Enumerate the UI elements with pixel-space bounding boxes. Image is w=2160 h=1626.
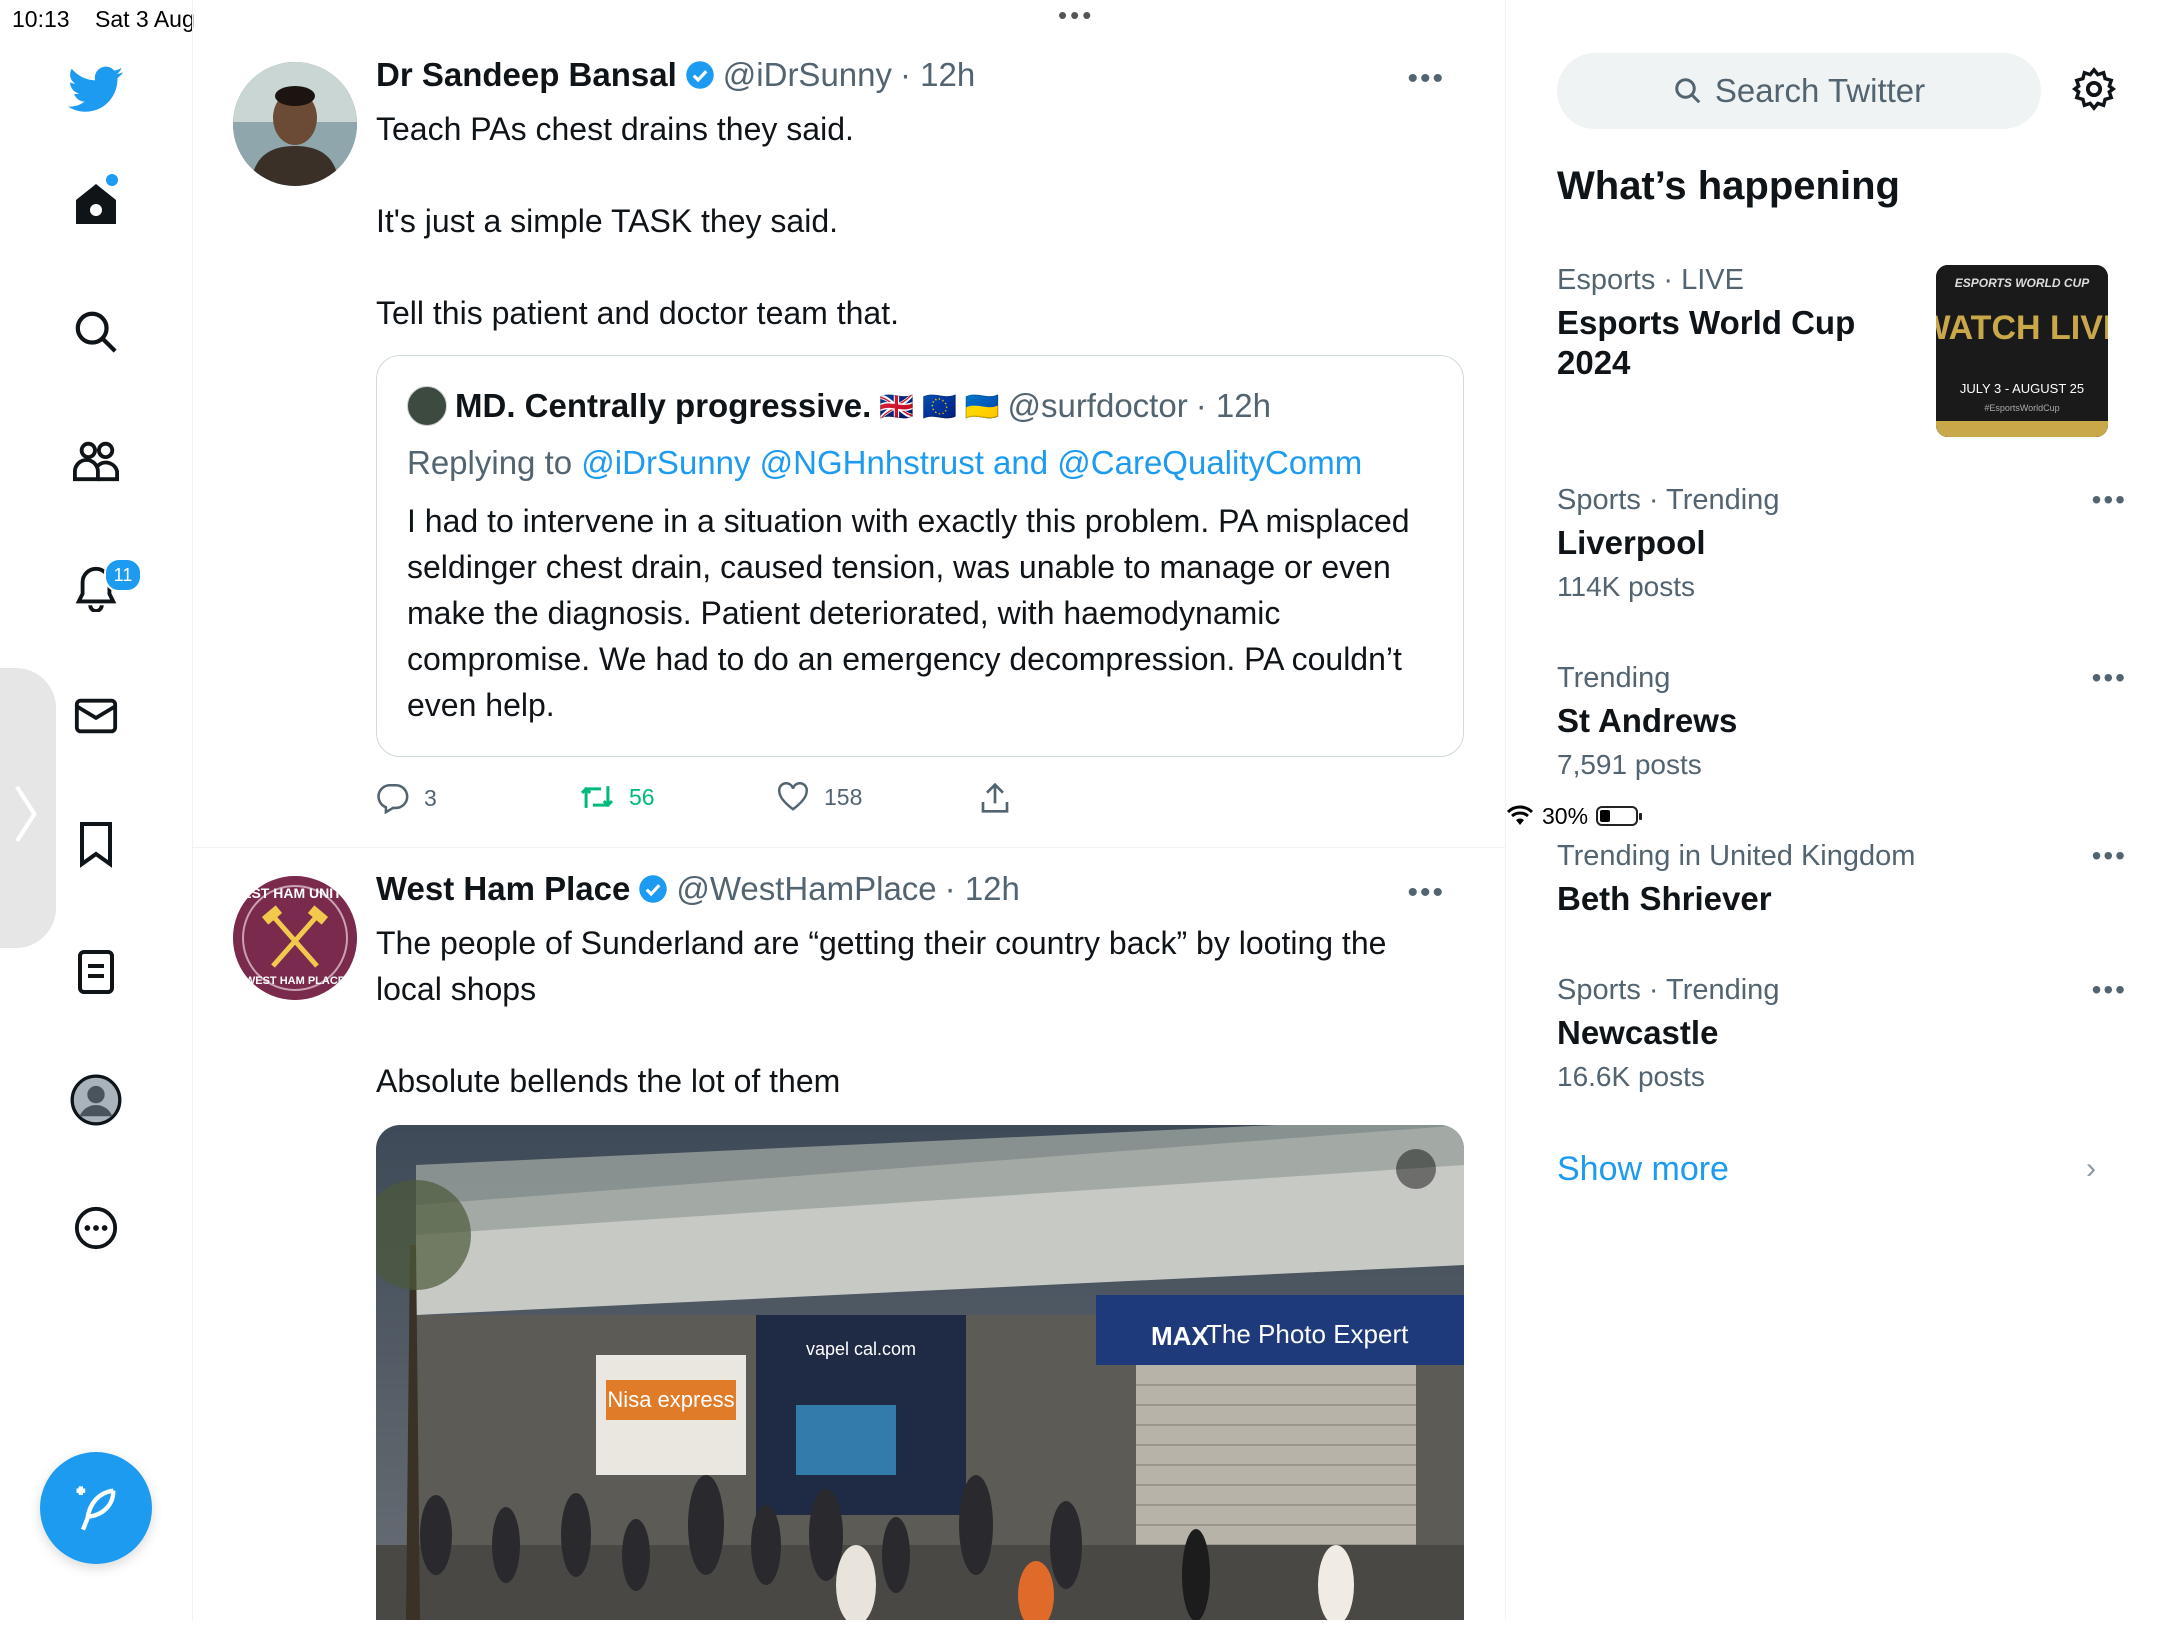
quoted-tweet-header: MD. Centrally progressive. 🇬🇧 🇪🇺 🇺🇦 @sur…	[407, 386, 1271, 426]
trend-posts: 16.6K posts	[1557, 1061, 1705, 1092]
trend-more-icon[interactable]: •••	[2092, 484, 2127, 516]
tweet-card[interactable]: WEST HAM UNITED WEST HAM PLACE West Ham …	[193, 848, 1505, 1620]
like-button[interactable]: 158	[776, 782, 862, 812]
trend-item[interactable]: Sports · Trending Newcastle 16.6K posts …	[1557, 974, 2127, 1093]
home-new-dot	[106, 174, 118, 186]
left-navigation: 11 〉	[0, 0, 193, 1620]
verified-badge-icon	[686, 61, 714, 89]
verified-badge-icon	[639, 875, 668, 903]
twitter-logo-icon[interactable]	[64, 58, 128, 122]
trend-title: Newcastle	[1557, 1014, 1719, 1051]
heart-icon	[778, 782, 808, 811]
communities-icon[interactable]	[64, 428, 128, 492]
event-hashtag: #EsportsWorldCup	[1984, 403, 2059, 413]
reply-count: 3	[424, 784, 437, 811]
avatar-crest-text: WEST HAM UNITED	[233, 885, 357, 901]
replying-to-mentions[interactable]: @iDrSunny @NGHnhstrust and @CareQualityC…	[581, 444, 1362, 481]
slide-over-handle[interactable]: 〉	[0, 668, 72, 948]
trend-more-icon[interactable]: •••	[2092, 662, 2127, 694]
bookmarks-icon[interactable]	[64, 812, 128, 876]
tweet-text: Teach PAs chest drains they said. It's j…	[376, 111, 899, 331]
retweet-count: 56	[629, 783, 655, 810]
trend-title: St Andrews	[1557, 702, 1738, 739]
tweet-time[interactable]: · 12h	[945, 870, 1020, 908]
replying-to-label: Replying to	[407, 444, 573, 481]
retweet-icon	[580, 786, 614, 808]
settings-gear-icon[interactable]	[2071, 66, 2117, 117]
trend-title: Liverpool	[1557, 524, 1706, 561]
right-sidebar: Search Twitter What’s happening Esports …	[1506, 0, 2160, 1620]
share-button[interactable]	[980, 782, 1010, 814]
quoted-avatar[interactable]	[407, 386, 447, 426]
tweet-more-icon[interactable]: •••	[1407, 876, 1445, 910]
quoted-tweet[interactable]: MD. Centrally progressive. 🇬🇧 🇪🇺 🇺🇦 @sur…	[376, 355, 1464, 757]
trend-meta: Sports · Trending	[1557, 974, 1780, 1006]
messages-icon[interactable]	[64, 684, 128, 748]
profile-icon[interactable]	[64, 1068, 128, 1132]
trend-meta: Trending	[1557, 662, 1671, 694]
reply-button[interactable]: 3	[376, 782, 437, 814]
quoted-tweet-time: · 12h	[1195, 387, 1271, 424]
search-icon	[1675, 78, 1701, 104]
trend-item[interactable]: Trending in United Kingdom Beth Shriever…	[1557, 840, 2127, 919]
trend-meta: Sports · Trending	[1557, 484, 1780, 516]
tweet-header: Dr Sandeep Bansal @iDrSunny · 12h	[376, 56, 975, 94]
trend-item[interactable]: Esports · LIVE Esports World Cup 2024	[1557, 264, 1917, 383]
event-dates: JULY 3 - AUGUST 25	[1960, 381, 2084, 396]
trend-item[interactable]: Trending St Andrews 7,591 posts •••	[1557, 662, 2127, 781]
reply-icon	[377, 783, 409, 814]
lists-icon[interactable]	[64, 940, 128, 1004]
avatar[interactable]: WEST HAM UNITED WEST HAM PLACE	[233, 876, 357, 1000]
trend-meta: Trending in United Kingdom	[1557, 840, 1916, 872]
show-more-link[interactable]: Show more	[1557, 1150, 1729, 1189]
trend-item[interactable]: Sports · Trending Liverpool 114K posts •…	[1557, 484, 2127, 603]
tweet-media-image[interactable]: Nisa express vapel cal.com MAX The Photo…	[376, 1125, 1464, 1620]
author-name[interactable]: Dr Sandeep Bansal	[376, 56, 677, 94]
trend-title: Beth Shriever	[1557, 880, 1772, 917]
search-box[interactable]: Search Twitter	[1557, 53, 2041, 129]
retweet-button[interactable]: 56	[579, 782, 655, 812]
shop-sign-vapel: vapel cal.com	[806, 1339, 916, 1359]
avatar-ring-text: WEST HAM PLACE	[245, 975, 345, 987]
more-icon[interactable]	[64, 1196, 128, 1260]
esports-logo-text: ESPORTS WORLD CUP	[1955, 276, 2090, 290]
timeline: Dr Sandeep Bansal @iDrSunny · 12h ••• Te…	[193, 0, 1506, 1620]
quoted-author-handle[interactable]: @surfdoctor	[1007, 387, 1187, 425]
tweet-card[interactable]: Dr Sandeep Bansal @iDrSunny · 12h ••• Te…	[193, 0, 1505, 848]
quoted-tweet-text: I had to intervene in a situation with e…	[407, 503, 1410, 723]
chevron-right-icon: 〉	[12, 783, 72, 850]
tweet-more-icon[interactable]: •••	[1407, 62, 1445, 96]
shop-sign-photo-expert: The Photo Expert	[1206, 1319, 1409, 1349]
chevron-right-icon: ›	[2086, 1152, 2096, 1185]
search-icon[interactable]	[64, 300, 128, 364]
share-icon	[981, 782, 1009, 813]
home-icon[interactable]	[64, 172, 128, 236]
trend-more-icon[interactable]: •••	[2092, 974, 2127, 1006]
quoted-author-name[interactable]: MD. Centrally progressive.	[455, 387, 871, 425]
shop-sign-nisa: Nisa express	[607, 1387, 734, 1412]
tweet-time[interactable]: · 12h	[900, 56, 975, 94]
trend-more-icon[interactable]: •••	[2092, 840, 2127, 872]
compose-tweet-button[interactable]	[40, 1452, 152, 1564]
trend-posts: 114K posts	[1557, 571, 1696, 602]
whats-happening-heading: What’s happening	[1557, 164, 1900, 208]
compose-feather-icon	[76, 1486, 116, 1531]
replying-to: Replying to @iDrSunny @NGHnhstrust and @…	[407, 444, 1362, 482]
tweet-text: The people of Sunderland are “getting th…	[376, 925, 1387, 1099]
trend-title: Esports World Cup 2024	[1557, 304, 1856, 381]
shop-sign-max: MAX	[1151, 1321, 1209, 1351]
tweet-header: West Ham Place @WestHamPlace · 12h	[376, 870, 1020, 908]
author-name[interactable]: West Ham Place	[376, 870, 630, 908]
notifications-badge: 11	[104, 558, 142, 592]
search-placeholder[interactable]: Search Twitter	[1715, 72, 1925, 110]
author-handle[interactable]: @iDrSunny	[723, 56, 892, 94]
like-count: 158	[824, 783, 863, 810]
esports-world-cup-image[interactable]: ESPORTS WORLD CUP WATCH LIVE JULY 3 - AU…	[1936, 265, 2108, 437]
trend-posts: 7,591 posts	[1557, 749, 1702, 780]
trend-meta: Esports · LIVE	[1557, 264, 1744, 296]
watch-live-text: WATCH LIVE	[1936, 309, 2108, 347]
flag-emojis: 🇬🇧 🇪🇺 🇺🇦	[879, 390, 1000, 422]
author-handle[interactable]: @WestHamPlace	[676, 870, 936, 908]
avatar[interactable]	[233, 62, 357, 186]
